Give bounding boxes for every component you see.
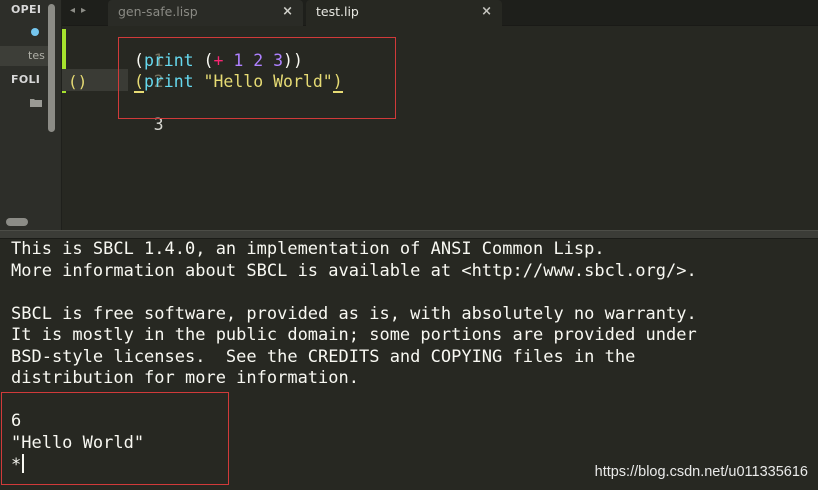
repl-line bbox=[11, 282, 697, 304]
code-editor[interactable]: 1 2 (print (+ 1 2 3)) () 3 (print "Hello… bbox=[62, 26, 818, 230]
tab-bar: ◂▸ gen-safe.lisp × test.lip × bbox=[62, 0, 818, 26]
tab-gen-safe[interactable]: gen-safe.lisp × bbox=[108, 0, 303, 26]
folder-icon[interactable] bbox=[30, 98, 42, 107]
repl-line-text: BSD-style licenses. See the CREDITS and … bbox=[11, 346, 636, 367]
folders-header: FOLI bbox=[11, 73, 41, 86]
repl-line: It is mostly in the public domain; some … bbox=[11, 325, 697, 347]
repl-line-text: More information about SBCL is available… bbox=[11, 260, 697, 281]
sidebar-scrollbar[interactable] bbox=[48, 4, 55, 132]
chevron-left-icon[interactable]: ◂ bbox=[70, 5, 81, 16]
bracket-highlight-icon: () bbox=[68, 72, 88, 91]
repl-line: This is SBCL 1.4.0, an implementation of… bbox=[11, 239, 697, 261]
repl-line-text: This is SBCL 1.4.0, an implementation of… bbox=[11, 239, 605, 259]
sidebar-open-file[interactable]: tes bbox=[0, 46, 48, 66]
repl-line-text bbox=[11, 282, 21, 302]
watermark: https://blog.csdn.net/u011335616 bbox=[594, 464, 808, 480]
repl-line-text: It is mostly in the public domain; some … bbox=[11, 325, 697, 345]
repl-line: More information about SBCL is available… bbox=[11, 261, 697, 283]
unsaved-dot-icon bbox=[31, 28, 39, 36]
tab-label: gen-safe.lisp bbox=[118, 4, 198, 19]
repl-line: SBCL is free software, provided as is, w… bbox=[11, 304, 697, 326]
code-annotation-box bbox=[118, 37, 396, 119]
repl-output-panel[interactable]: This is SBCL 1.4.0, an implementation of… bbox=[0, 239, 818, 490]
tab-test-lip[interactable]: test.lip × bbox=[306, 0, 502, 26]
tab-nav-arrows[interactable]: ◂▸ bbox=[70, 5, 92, 16]
repl-line-text: distribution for more information. bbox=[11, 368, 359, 388]
chevron-right-icon[interactable]: ▸ bbox=[81, 5, 92, 16]
repl-line: BSD-style licenses. See the CREDITS and … bbox=[11, 347, 697, 369]
repl-line: distribution for more information. bbox=[11, 368, 697, 390]
sidebar: OPEI tes FOLI bbox=[0, 0, 62, 230]
open-files-header: OPEI bbox=[11, 3, 42, 16]
sidebar-horizontal-scrollbar[interactable] bbox=[6, 218, 28, 226]
close-icon[interactable]: × bbox=[282, 0, 293, 24]
output-annotation-box bbox=[1, 392, 229, 485]
repl-line-text: SBCL is free software, provided as is, w… bbox=[11, 303, 697, 324]
panel-splitter[interactable] bbox=[0, 230, 818, 239]
tab-label: test.lip bbox=[316, 4, 359, 19]
close-icon[interactable]: × bbox=[481, 0, 492, 24]
